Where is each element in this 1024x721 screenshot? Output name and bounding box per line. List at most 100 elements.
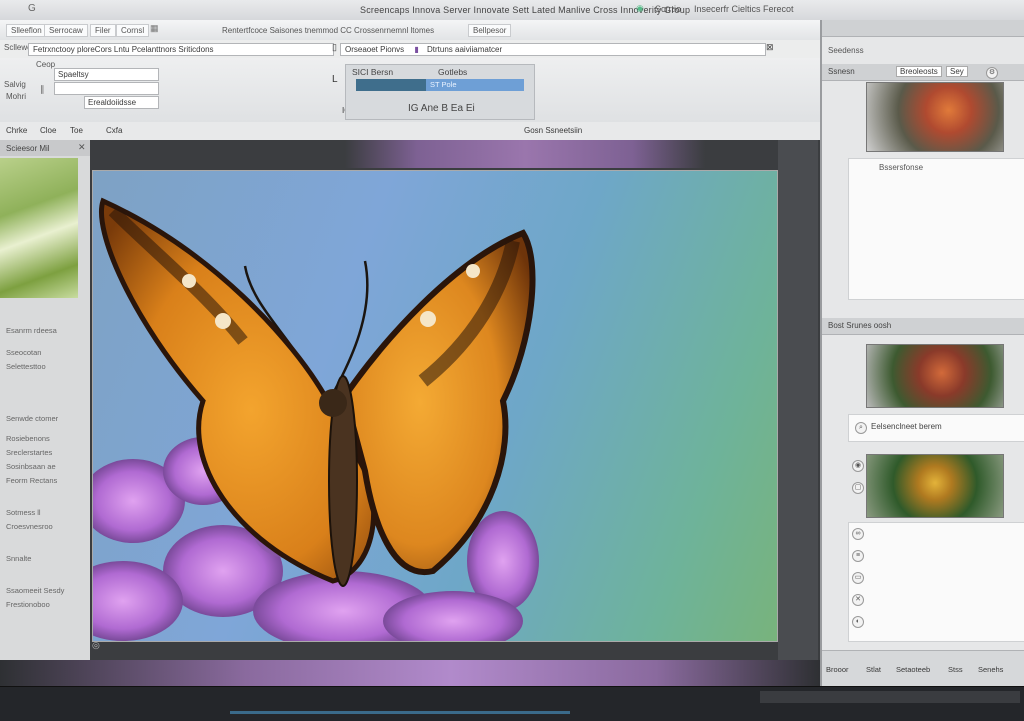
left-line: Sotmess ll bbox=[6, 508, 41, 517]
options-bar: Ceop Salvig Mohri ∥ Spaeltsy Erealdoiids… bbox=[0, 58, 820, 123]
left-panel-title: Scieesor Mil bbox=[6, 144, 50, 153]
subbar-item-2[interactable]: Cloe bbox=[40, 126, 56, 135]
layer-buttons[interactable]: IG Ane B Ea Ei bbox=[408, 103, 475, 114]
flower-strip-top bbox=[345, 140, 705, 168]
left-panel-header: Scieesor Mil ✕ bbox=[0, 140, 90, 156]
panel4-header: ⌕ Eelsenclneet berem bbox=[848, 414, 1024, 442]
panel1-tab-1[interactable]: Breoleosts bbox=[896, 66, 942, 77]
menu-item-3[interactable]: Filer bbox=[90, 24, 116, 37]
panel1-label[interactable]: Ssnesn bbox=[828, 67, 855, 76]
panel1-tab-2[interactable]: Sey bbox=[946, 66, 968, 77]
flower-strip-bottom bbox=[0, 660, 820, 686]
window-control-2[interactable]: Insecerfr Cieltics Ferecot bbox=[694, 4, 794, 14]
left-line: Sseocotan bbox=[6, 348, 42, 357]
link-icon[interactable]: ∥ bbox=[40, 84, 45, 95]
window-control-1[interactable]: Scrrtio bbox=[655, 4, 681, 14]
left-line: Frestionoboo bbox=[6, 600, 50, 609]
path-bar: Scllewcr Fetrxnctooy ploreCors Lntu Pcel… bbox=[0, 40, 820, 59]
panel3-header: Bost Srunes oosh bbox=[822, 318, 1024, 335]
layer-control[interactable]: SICI Bersn Gotlebs ST Pole IG Ane B Ea E… bbox=[345, 64, 535, 120]
subbar-right-item[interactable]: Gosn Ssneetsiin bbox=[524, 126, 582, 135]
panel3-label: Bost Srunes oosh bbox=[828, 321, 892, 330]
left-line: Rosiebenons bbox=[6, 434, 50, 443]
globe-icon: ◉ bbox=[636, 3, 644, 13]
close-icon[interactable]: ✕ bbox=[78, 142, 86, 153]
left-line: Ssaomeeit Sesdy bbox=[6, 586, 65, 595]
panel4-label: Eelsenclneet berem bbox=[871, 422, 942, 431]
subbar-item-4[interactable]: Cxfa bbox=[106, 126, 122, 135]
menu-item-4[interactable]: Cornsl bbox=[116, 24, 150, 37]
progress-track bbox=[230, 711, 570, 714]
left-line: Esanrm rdeesa bbox=[6, 326, 57, 335]
left-line: Selettesttoo bbox=[6, 362, 46, 371]
options-label-3: Mohri bbox=[6, 92, 27, 101]
right-panel: Seedenss Ssnesn Breoleosts Sey ⚙ Bssersf… bbox=[820, 20, 1024, 687]
left-line: Feorm Rectans bbox=[6, 476, 58, 485]
layer-label: SICI Bersn bbox=[352, 67, 394, 77]
menu-bar: Slleeflon Serrocaw Filer Cornsl ▦ Renter… bbox=[0, 20, 820, 41]
butterfly-photo bbox=[93, 197, 539, 641]
left-line: Croesvnesroo bbox=[6, 522, 53, 531]
layer-label-2: Gotlebs bbox=[438, 67, 468, 77]
subbar-item-1[interactable]: Chrke bbox=[6, 126, 27, 135]
panel2-label: Bssersfonse bbox=[879, 163, 924, 172]
menu-item-1[interactable]: Slleeflon bbox=[6, 24, 47, 37]
sub-toolbar: Chrke Cloe Toe Cxfa Gosn Ssneetsiin bbox=[0, 122, 820, 141]
left-line: Senwde ctomer bbox=[6, 414, 59, 423]
layer-icon[interactable]: ≡ bbox=[852, 550, 864, 562]
thumbnail-3[interactable] bbox=[866, 454, 1004, 518]
canvas-workspace: ◎ bbox=[90, 140, 820, 660]
canvas-scrollbar[interactable] bbox=[778, 140, 818, 660]
bottom-tab-4[interactable]: Stss bbox=[948, 665, 963, 674]
leaf-thumbnail[interactable] bbox=[0, 158, 78, 298]
left-line: Snnalte bbox=[6, 554, 32, 563]
settings-icon[interactable]: ⚙ bbox=[986, 66, 998, 79]
trash-icon[interactable]: ✕ bbox=[852, 594, 864, 606]
folder-icon[interactable]: ▭ bbox=[852, 572, 864, 584]
side-mark: L bbox=[332, 74, 338, 85]
eye-icon[interactable]: ◉ bbox=[852, 460, 864, 472]
options-label-1: Ceop bbox=[36, 60, 56, 69]
options-input-3[interactable]: Erealdoiidsse bbox=[84, 96, 159, 109]
right-panel-title: Seedenss bbox=[828, 46, 864, 55]
close-icon[interactable]: ⊠ bbox=[766, 42, 774, 53]
bottom-tab-1[interactable]: Brooor bbox=[826, 665, 849, 674]
layer-slider-fill bbox=[356, 79, 426, 91]
layer-value: ST Pole bbox=[430, 80, 457, 89]
status-panel bbox=[760, 691, 1020, 703]
title-bar: G Screencaps Innova Server Innovate Sett… bbox=[0, 0, 1024, 21]
path-input[interactable]: Fetrxnctooy ploreCors Lntu Pcelanttnors … bbox=[28, 43, 334, 56]
options-input-2[interactable] bbox=[54, 82, 159, 95]
panel2-content: Bssersfonse bbox=[848, 158, 1024, 300]
options-input-1[interactable]: Spaeltsy bbox=[54, 68, 159, 81]
toolbar-strip: Rentertfcoce Saisones tnemmod CC Crossen… bbox=[222, 26, 435, 35]
thumbnail-2[interactable] bbox=[866, 344, 1004, 408]
app-icon: G bbox=[28, 3, 36, 14]
search-icon[interactable]: ⌕ bbox=[855, 421, 867, 434]
link-icon[interactable]: ∞ bbox=[852, 528, 864, 540]
right-panel-topbar bbox=[822, 20, 1024, 37]
options-label-2: Salvig bbox=[4, 80, 26, 89]
layer-slider-selection: ST Pole bbox=[426, 79, 524, 91]
panel-tabs: Ssnesn Breoleosts Sey ⚙ bbox=[822, 64, 1024, 81]
layer-slider[interactable]: ST Pole bbox=[356, 79, 524, 91]
left-panel: Scieesor Mil ✕ Esanrm rdeesa Sseocotan S… bbox=[0, 140, 91, 660]
bottom-tab-3[interactable]: Setaoteeb bbox=[896, 665, 930, 674]
bottom-tab-2[interactable]: Stlat bbox=[866, 665, 881, 674]
status-bar bbox=[0, 686, 1024, 721]
menu-right-button[interactable]: Bellpesor bbox=[468, 24, 512, 37]
image-canvas[interactable] bbox=[92, 170, 778, 642]
subbar-item-3[interactable]: Toe bbox=[70, 126, 83, 135]
bottom-tab-5[interactable]: Senehs bbox=[978, 665, 1003, 674]
menu-item-2[interactable]: Serrocaw bbox=[44, 24, 88, 37]
panel5-content bbox=[848, 522, 1024, 642]
file-icon[interactable]: ▯ bbox=[332, 42, 337, 53]
zoom-icon[interactable]: ◎ bbox=[92, 640, 100, 651]
grid-icon[interactable]: ▦ bbox=[150, 23, 159, 34]
lock-icon[interactable]: ▢ bbox=[852, 482, 864, 494]
thumbnail-1[interactable] bbox=[866, 82, 1004, 152]
path-value-2: Orseaoet Pionvs bbox=[345, 45, 405, 54]
path-input-secondary[interactable]: Orseaoet Pionvs ▮ Dtrtuns aaiviiamatcer bbox=[340, 43, 766, 56]
folder-icon: ▮ bbox=[414, 45, 419, 54]
adjust-icon[interactable]: ◐ bbox=[852, 616, 864, 628]
